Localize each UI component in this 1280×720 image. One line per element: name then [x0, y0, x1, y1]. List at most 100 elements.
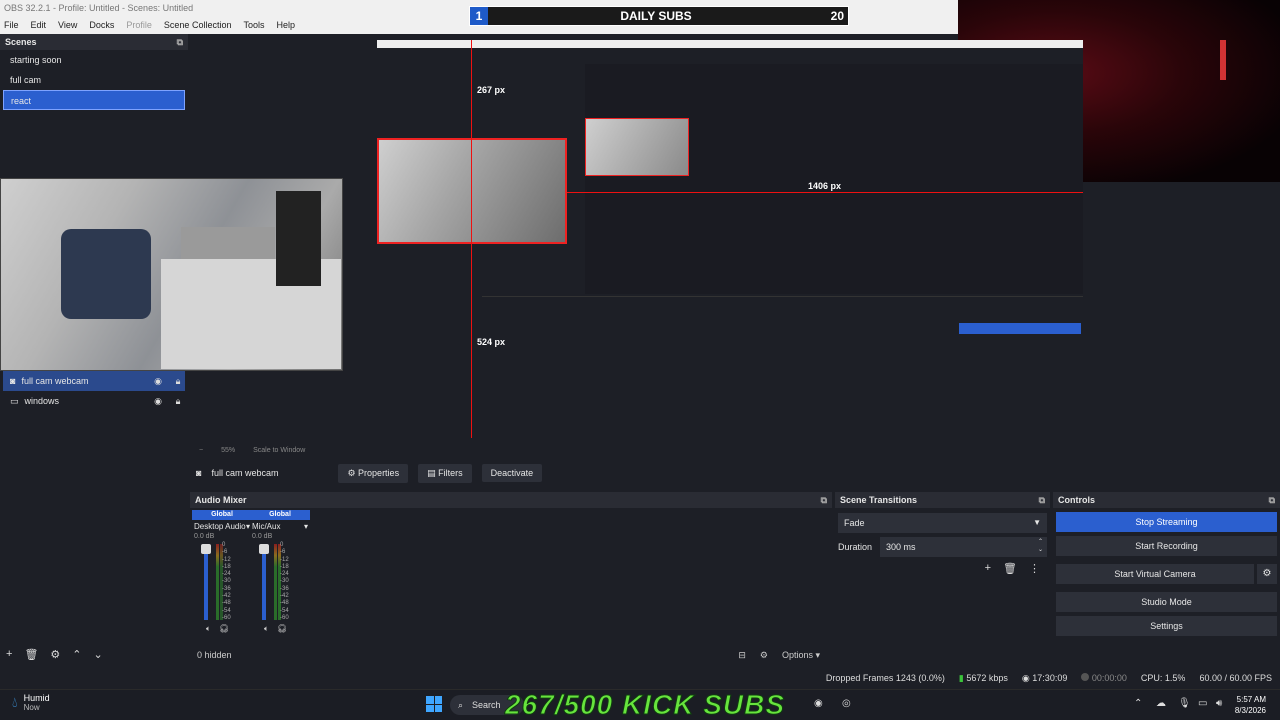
dimension-label: 1406 px: [808, 181, 842, 191]
sources-toolbar: + 🗑︎ ⚙︎ ⌃ ⌄: [0, 645, 188, 663]
studio-mode-button[interactable]: Studio Mode: [1056, 592, 1277, 612]
chevron-down-icon[interactable]: ⌄: [94, 648, 103, 661]
mic-icon[interactable]: 🎙︎: [1178, 698, 1191, 709]
menu-tools[interactable]: Tools: [243, 20, 264, 30]
global-badge: Global: [192, 510, 252, 520]
trash-icon[interactable]: 🗑︎: [1003, 562, 1017, 575]
start-recording-button[interactable]: Start Recording: [1056, 536, 1277, 556]
undock-icon[interactable]: ⧉: [1269, 492, 1275, 508]
stop-streaming-button[interactable]: Stop Streaming: [1056, 512, 1277, 532]
undock-icon[interactable]: ⧉: [1039, 492, 1045, 508]
network-icon[interactable]: ☁︎: [1156, 698, 1166, 709]
hidden-count[interactable]: 0 hidden: [197, 650, 232, 660]
lock-icon[interactable]: 🔒︎: [171, 396, 185, 407]
channel-db: 0.0 dB: [252, 533, 273, 540]
monitor-icon[interactable]: ▭: [1198, 698, 1207, 709]
zoom-out-icon[interactable]: −: [199, 447, 203, 454]
chevron-up-icon[interactable]: ⌃: [72, 648, 81, 661]
filters-button[interactable]: ▤ Filters: [418, 463, 472, 483]
undock-icon[interactable]: ⧉: [821, 492, 827, 508]
zoom-level[interactable]: 55%: [221, 447, 235, 454]
lock-icon[interactable]: 🔒︎: [171, 376, 185, 387]
chevron-down-icon[interactable]: ▾: [304, 522, 308, 531]
date: 8/3/2026: [1234, 706, 1266, 715]
layout-icon[interactable]: ⊟: [738, 650, 746, 661]
menu-docks[interactable]: Docks: [89, 20, 114, 30]
nested-window-title: [377, 40, 1083, 48]
gear-icon[interactable]: ⚙︎: [1257, 564, 1277, 584]
record-icon: [1081, 673, 1090, 681]
menu-scene-collection[interactable]: Scene Collection: [164, 20, 232, 30]
mixer-channel-desktop: Global Desktop Audio ▾ 0.0 dB 0 -6 -12 -18 -2…: [192, 510, 252, 634]
mixer-title-label: Audio Mixer: [195, 495, 247, 505]
transition-select[interactable]: Fade ▼: [838, 513, 1047, 533]
record-time: 00:00:00: [1091, 673, 1127, 683]
meter-scale: 0 -6 -12 -18 -24 -30 -36 -42 -48 -54 -60: [222, 542, 231, 621]
add-transition-icon[interactable]: +: [985, 562, 991, 575]
chevron-up-icon[interactable]: ⌃: [1134, 698, 1142, 709]
source-label: windows: [24, 396, 60, 406]
gear-icon[interactable]: ⚙︎: [50, 648, 60, 661]
scale-mode-select[interactable]: Scale to Window: [253, 447, 305, 454]
menu-edit[interactable]: Edit: [31, 20, 47, 30]
fps: 60.00 / 60.00 FPS: [1199, 673, 1272, 683]
properties-button[interactable]: ⚙︎ Properties: [338, 463, 409, 483]
duration-input[interactable]: 300 ms ⌃ ⌄: [880, 537, 1047, 557]
daily-subs-label: DAILY SUBS: [620, 9, 692, 23]
audio-mixer-dock: Audio Mixer ⧉ Global Desktop Audio ▾ 0.0 …: [190, 492, 832, 664]
volume-slider-track[interactable]: [204, 544, 208, 620]
settings-button[interactable]: Settings: [1056, 616, 1277, 636]
spin-arrows-icon[interactable]: ⌃ ⌄: [1038, 538, 1043, 554]
speaker-icon[interactable]: 🔈︎: [206, 624, 211, 634]
time: 5:57 AM: [1236, 695, 1266, 704]
headphones-icon[interactable]: 🎧︎: [219, 624, 229, 634]
transition-type: Fade: [844, 518, 865, 528]
options-label: Options: [781, 649, 813, 660]
duration-value: 300 ms: [886, 542, 916, 552]
eye-icon[interactable]: ◉: [151, 396, 165, 407]
selected-source-box[interactable]: [377, 138, 567, 244]
add-icon[interactable]: +: [6, 648, 12, 660]
more-icon[interactable]: ⋮: [1029, 562, 1040, 575]
scene-item-starting-soon[interactable]: starting soon: [3, 50, 185, 70]
deactivate-button[interactable]: Deactivate: [481, 464, 543, 482]
mixer-footer: 0 hidden ⊟ ⚙︎ Options ▾: [190, 646, 832, 664]
menu-file[interactable]: File: [4, 20, 19, 30]
source-item-full-cam-webcam[interactable]: ◙ full cam webcam ◉ 🔒︎: [3, 371, 185, 391]
dimension-label: 524 px: [477, 337, 506, 347]
volume-meter: 0 -6 -12 -18 -24 -30 -36 -42 -48 -54 -60: [250, 542, 310, 622]
trash-icon[interactable]: 🗑︎: [24, 648, 38, 661]
app-icon[interactable]: ◎: [842, 698, 851, 709]
volume-icon[interactable]: 🔊︎: [1216, 698, 1222, 709]
source-item-windows[interactable]: ▭ windows ◉ 🔒︎: [3, 391, 185, 411]
speaker-icon[interactable]: 🔈︎: [264, 624, 269, 634]
mixer-title: Audio Mixer ⧉: [190, 492, 832, 508]
dropped-frames: Dropped Frames 1243 (0.0%): [825, 673, 945, 683]
scene-item-react[interactable]: react: [3, 90, 185, 110]
volume-slider-track[interactable]: [262, 544, 266, 620]
menu-help[interactable]: Help: [276, 20, 295, 30]
weather-widget[interactable]: 💧︎ Humid Now: [12, 693, 50, 712]
menu-view[interactable]: View: [58, 20, 77, 30]
duration-label: Duration: [838, 542, 873, 552]
zoom-bar: − 55% Scale to Window: [193, 444, 953, 456]
discord-icon[interactable]: ◉: [814, 698, 823, 709]
volume-slider-handle[interactable]: [259, 544, 269, 554]
start-virtual-camera-button[interactable]: Start Virtual Camera: [1056, 564, 1254, 584]
source-label: full cam webcam: [21, 376, 89, 386]
volume-slider-handle[interactable]: [201, 544, 211, 554]
menu-profile[interactable]: Profile: [126, 20, 152, 30]
advanced-audio-icon[interactable]: ⚙︎: [760, 650, 768, 661]
options-button[interactable]: Options ▾: [782, 650, 820, 661]
volume-meter: 0 -6 -12 -18 -24 -30 -36 -42 -48 -54 -60: [192, 542, 252, 622]
global-badge: Global: [250, 510, 310, 520]
headphones-icon[interactable]: 🎧︎: [277, 624, 287, 634]
dimension-label: 267 px: [477, 85, 506, 95]
preview-canvas[interactable]: 267 px 1406 px 524 px: [377, 40, 1083, 438]
eye-icon[interactable]: ◉: [151, 376, 165, 387]
start-icon[interactable]: [426, 696, 442, 712]
clock[interactable]: 5:57 AM 8/3/2026: [1235, 694, 1266, 716]
undock-icon[interactable]: ⧉: [177, 34, 183, 50]
nested-webcam: [585, 118, 689, 176]
scene-item-full-cam[interactable]: full cam: [3, 70, 185, 90]
